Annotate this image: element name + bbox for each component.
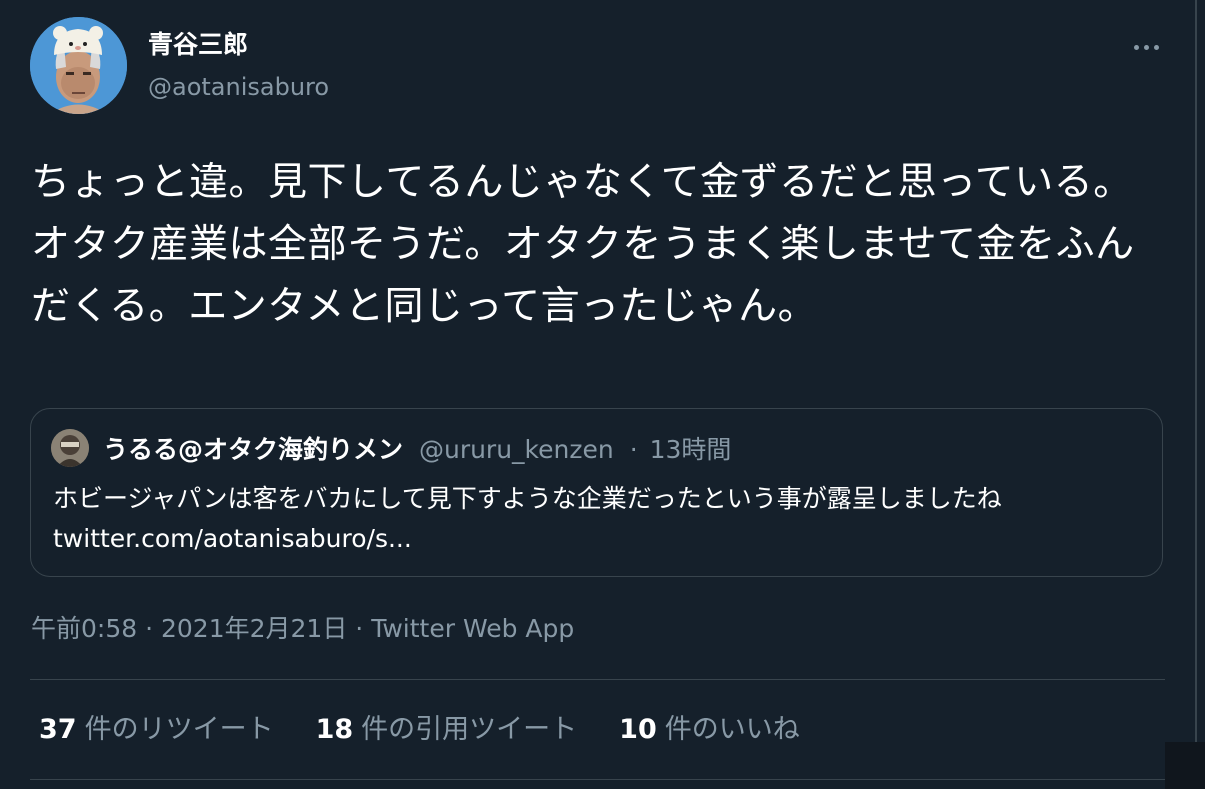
- more-horizontal-icon: [1133, 44, 1139, 50]
- tweet-stats: 37 件のリツイート 18 件の引用ツイート 10 件のいいね: [39, 711, 800, 749]
- likes-stat-link[interactable]: 10 件のいいね: [619, 711, 800, 749]
- retweets-stat-link[interactable]: 37 件のリツイート: [39, 711, 274, 749]
- divider: [30, 779, 1165, 780]
- likes-label: 件のいいね: [664, 714, 800, 745]
- quoted-tweet[interactable]: うるる@オタク海釣りメン @ururu_kenzen · 13時間 ホビージャパ…: [30, 408, 1163, 577]
- corner-block: [1165, 742, 1205, 789]
- quoted-tweet-time: 13時間: [649, 435, 732, 464]
- column-border: [1195, 0, 1197, 789]
- tweet-timestamp: 午前0:58 · 2021年2月21日 · Twitter Web App: [31, 612, 574, 646]
- quote-tweets-count: 18: [315, 714, 354, 745]
- quoted-avatar-photo-icon: [51, 429, 89, 467]
- timestamp-separator: ·: [145, 614, 154, 643]
- tweet-source[interactable]: Twitter Web App: [371, 614, 574, 643]
- quoted-tweet-text: ホビージャパンは客をバカにして見下すような企業だったという事が露呈しましたね t…: [53, 484, 1002, 553]
- tweet-detail: 青谷三郎 @aotanisaburo ちょっと違。見下してるんじゃなくて金ずるだ…: [0, 0, 1195, 789]
- quoted-author-handle: @ururu_kenzen: [418, 435, 614, 464]
- avatar-photo-icon: [30, 17, 127, 114]
- quoted-meta-separator: ·: [629, 435, 638, 464]
- author-display-name[interactable]: 青谷三郎: [148, 28, 248, 62]
- likes-count: 10: [619, 714, 657, 745]
- quote-tweets-stat-link[interactable]: 18 件の引用ツイート: [316, 711, 578, 749]
- more-horizontal-icon: [1153, 44, 1159, 50]
- more-options-button[interactable]: [1126, 30, 1166, 64]
- more-horizontal-icon: [1143, 44, 1149, 50]
- quote-tweets-label: 件の引用ツイート: [361, 714, 578, 745]
- retweets-count: 37: [39, 714, 77, 745]
- timestamp-separator: ·: [355, 614, 364, 643]
- quoted-tweet-header: うるる@オタク海釣りメン @ururu_kenzen · 13時間: [103, 433, 731, 467]
- tweet-time[interactable]: 午前0:58: [31, 614, 137, 643]
- quoted-author-display-name: うるる@オタク海釣りメン: [103, 435, 404, 464]
- author-handle[interactable]: @aotanisaburo: [148, 70, 329, 104]
- tweet-text: ちょっと違。見下してるんじゃなくて金ずるだと思っている。オタク産業は全部そうだ。…: [31, 160, 1135, 329]
- tweet-date[interactable]: 2021年2月21日: [161, 614, 347, 643]
- retweets-label: 件のリツイート: [84, 714, 274, 745]
- author-avatar[interactable]: [30, 17, 127, 114]
- divider: [30, 679, 1165, 680]
- quoted-author-avatar: [51, 429, 89, 467]
